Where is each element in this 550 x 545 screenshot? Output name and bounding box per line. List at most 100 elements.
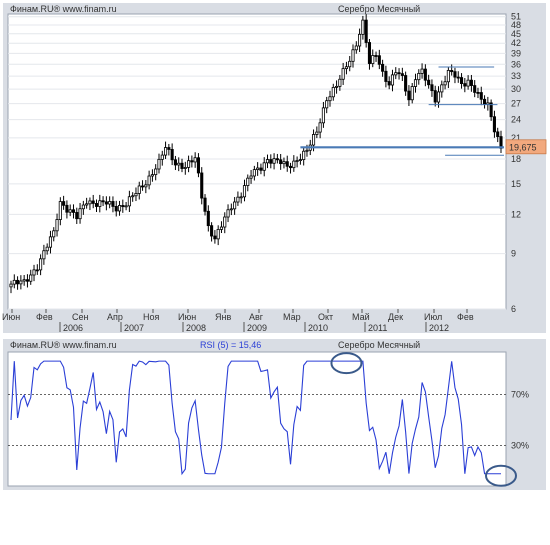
- candle-body: [187, 160, 191, 168]
- y-tick-label: 36: [511, 59, 521, 69]
- candle-body: [338, 78, 342, 87]
- x-month-label: Авг: [249, 312, 264, 322]
- candle-body: [262, 162, 266, 171]
- candle-body: [48, 236, 53, 248]
- candle-body: [246, 177, 250, 186]
- candle-body: [111, 201, 115, 207]
- candle-body: [203, 197, 207, 212]
- candle-body: [450, 70, 454, 73]
- candle-body: [259, 167, 263, 171]
- x-month-label: Дек: [388, 312, 403, 322]
- candle-body: [371, 55, 375, 64]
- candle-body: [390, 74, 395, 86]
- candle-body: [45, 246, 49, 252]
- candle-body: [200, 172, 204, 199]
- y-tick-label: 6: [511, 304, 516, 314]
- candle-body: [265, 159, 270, 164]
- candle-body: [170, 149, 174, 161]
- candle-body: [39, 258, 43, 271]
- y-tick-label: 27: [511, 99, 521, 109]
- candle-body: [35, 269, 39, 272]
- candle-body: [344, 66, 348, 70]
- candle-body: [341, 68, 345, 80]
- candle-body: [12, 279, 16, 285]
- candle-body: [154, 168, 158, 176]
- candle-body: [269, 159, 273, 164]
- x-month-label: Янв: [215, 312, 231, 322]
- candle-body: [52, 230, 56, 238]
- candle-body: [98, 200, 102, 207]
- x-year-label: 2009: [247, 323, 267, 333]
- candle-body: [183, 167, 187, 169]
- y-tick-label: 42: [511, 38, 521, 48]
- candle-body: [305, 149, 309, 152]
- candle-body: [75, 212, 79, 220]
- x-month-label: Фев: [36, 312, 53, 322]
- candle-body: [226, 209, 230, 218]
- candle-body: [252, 169, 256, 177]
- x-month-label: Июн: [178, 312, 196, 322]
- candle-body: [492, 116, 496, 133]
- candle-body: [256, 167, 260, 171]
- candle-body: [193, 157, 197, 163]
- candle-body: [496, 131, 500, 137]
- candle-body: [150, 174, 154, 177]
- candle-body: [413, 79, 418, 87]
- y-tick-label: 30: [511, 84, 521, 94]
- candle-body: [361, 19, 365, 35]
- main-header-left: Финам.RU® www.finam.ru: [10, 4, 117, 14]
- candle-body: [177, 162, 181, 166]
- candle-body: [272, 158, 276, 164]
- x-year-label: 2007: [124, 323, 144, 333]
- candle-body: [196, 157, 201, 174]
- y-tick-label: 45: [511, 29, 521, 39]
- x-month-label: Сен: [72, 312, 89, 322]
- candle-body: [78, 208, 82, 220]
- candle-body: [374, 55, 378, 57]
- candle-body: [223, 216, 227, 228]
- candle-body: [315, 131, 319, 135]
- candle-body: [311, 134, 316, 146]
- candle-body: [400, 73, 404, 76]
- candle-body: [417, 72, 421, 81]
- x-year-label: 2010: [308, 323, 328, 333]
- candle-body: [219, 226, 224, 230]
- rsi-header-left: Финам.RU® www.finam.ru: [10, 340, 117, 350]
- candle-body: [58, 201, 62, 220]
- main-plot-area: [7, 13, 507, 310]
- y-tick-label: 33: [511, 71, 521, 81]
- candle-body: [206, 210, 210, 227]
- candle-body: [121, 205, 125, 208]
- candle-body: [55, 219, 59, 232]
- candle-body: [331, 87, 335, 98]
- candle-body: [71, 209, 76, 213]
- candle-body: [469, 79, 473, 86]
- candle-body: [295, 160, 299, 162]
- candle-body: [114, 206, 118, 212]
- candle-body: [16, 279, 20, 285]
- rsi-level-label: 30%: [511, 441, 529, 451]
- candle-body: [446, 70, 450, 83]
- price-chart: Финам.RU® www.finam.ru Серебро Месячный …: [0, 0, 550, 545]
- rsi-level-label: 70%: [511, 389, 529, 399]
- chart-stage: Финам.RU® www.finam.ru Серебро Месячный …: [0, 0, 550, 545]
- candle-body: [440, 84, 444, 93]
- candle-body: [292, 160, 296, 169]
- x-year-label: 2006: [63, 323, 83, 333]
- candle-body: [384, 70, 388, 82]
- candle-body: [239, 196, 243, 199]
- candle-body: [9, 283, 13, 288]
- candle-body: [423, 68, 427, 81]
- candle-body: [210, 225, 214, 237]
- candle-body: [108, 201, 112, 205]
- candle-body: [298, 159, 302, 161]
- candle-body: [275, 158, 279, 161]
- candle-body: [81, 204, 85, 210]
- candle-body: [85, 203, 89, 206]
- candle-body: [124, 205, 128, 208]
- rsi-header-center: RSI (5) = 15,46: [200, 340, 261, 350]
- candle-body: [321, 107, 325, 124]
- candle-body: [407, 90, 411, 101]
- candle-body: [453, 71, 457, 78]
- y-tick-label: 39: [511, 48, 521, 58]
